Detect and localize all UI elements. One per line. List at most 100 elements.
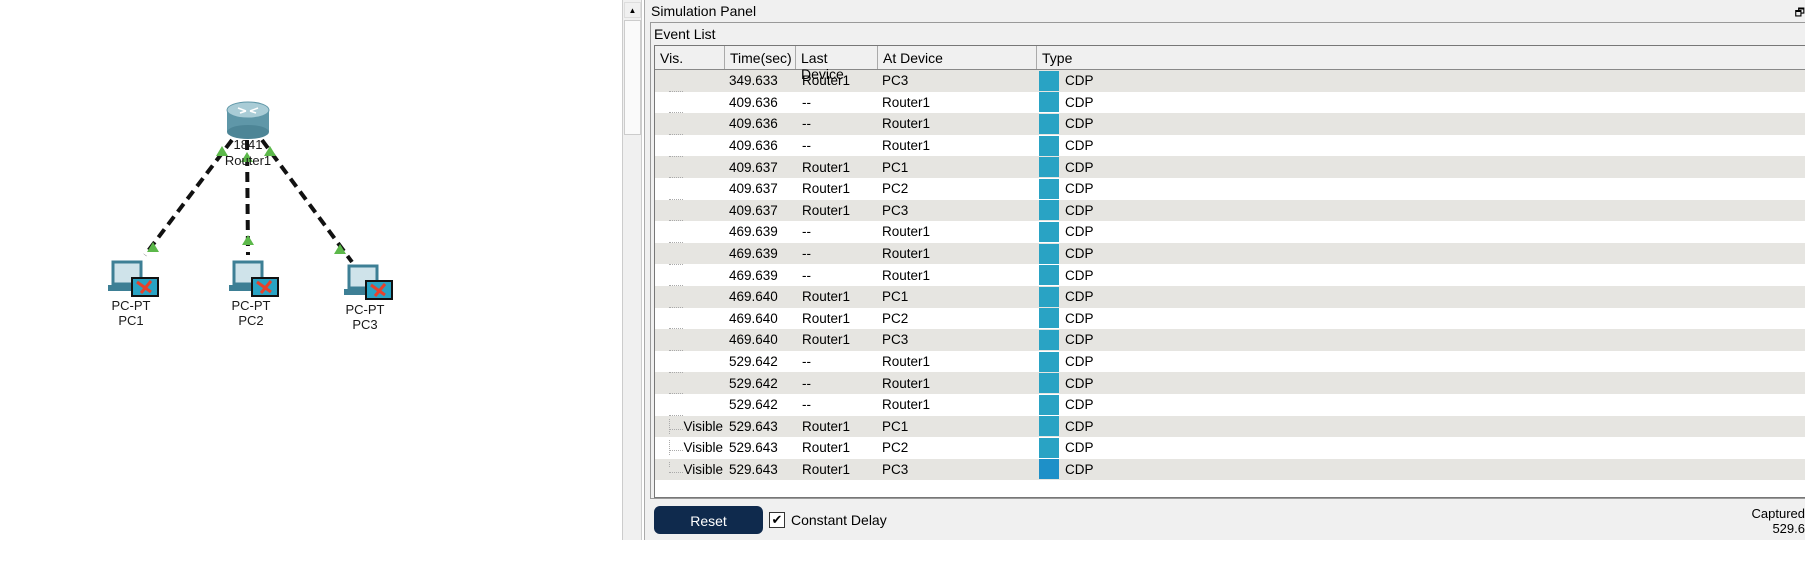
at-device-cell: PC1 bbox=[882, 418, 909, 434]
col-time[interactable]: Time(sec) bbox=[725, 46, 796, 69]
last-device-cell: Router1 bbox=[802, 440, 851, 456]
at-device-cell: PC3 bbox=[882, 461, 909, 477]
table-row[interactable]: 409.636 -- Router1 CDP bbox=[655, 134, 1805, 157]
table-row[interactable]: 469.640 Router1 PC3 CDP bbox=[655, 329, 1805, 351]
table-row[interactable]: 409.637 Router1 PC1 CDP bbox=[655, 156, 1805, 179]
at-device-cell: PC3 bbox=[882, 202, 909, 218]
time-cell: 469.640 bbox=[729, 332, 778, 348]
type-cell[interactable]: CDP bbox=[1037, 373, 1805, 394]
type-cell[interactable]: CDP bbox=[1037, 135, 1805, 156]
scroll-up-icon[interactable]: ▲ bbox=[624, 2, 641, 18]
table-row[interactable]: 349.633 Router1 PC3 CDP bbox=[655, 70, 1805, 92]
table-row[interactable]: 529.642 -- Router1 CDP bbox=[655, 393, 1805, 416]
table-row[interactable]: 409.637 Router1 PC3 CDP bbox=[655, 199, 1805, 222]
type-color-swatch[interactable] bbox=[1039, 200, 1059, 221]
type-cell[interactable]: CDP bbox=[1037, 394, 1805, 415]
type-color-swatch[interactable] bbox=[1039, 70, 1059, 91]
last-device-cell: Router1 bbox=[802, 202, 851, 218]
at-device-cell: PC2 bbox=[882, 181, 909, 197]
type-cell[interactable]: CDP bbox=[1037, 200, 1805, 221]
table-row[interactable]: 529.642 -- Router1 CDP bbox=[655, 350, 1805, 373]
table-header: Vis. Time(sec) Last Device At Device Typ… bbox=[655, 46, 1805, 82]
pc1-name-label: PC1 bbox=[118, 313, 144, 328]
type-color-swatch[interactable] bbox=[1039, 265, 1059, 286]
col-vis[interactable]: Vis. bbox=[655, 46, 725, 69]
type-cell[interactable]: CDP bbox=[1037, 286, 1805, 307]
pc1-icon bbox=[108, 260, 159, 297]
table-row[interactable]: 469.639 -- Router1 CDP bbox=[655, 221, 1805, 243]
vis-cell[interactable]: Visible bbox=[655, 440, 725, 456]
last-device-cell: Router1 bbox=[802, 418, 851, 434]
type-color-swatch[interactable] bbox=[1039, 437, 1059, 458]
table-row[interactable]: Visible 529.643 Router1 PC1 CDP bbox=[655, 415, 1805, 438]
type-color-swatch[interactable] bbox=[1039, 221, 1059, 242]
type-color-swatch[interactable] bbox=[1039, 92, 1059, 113]
type-cell[interactable]: CDP bbox=[1037, 459, 1805, 480]
reset-simulation-button[interactable]: Reset Simulation bbox=[654, 506, 763, 557]
type-cell[interactable]: CDP bbox=[1037, 437, 1805, 458]
table-row[interactable]: 409.637 Router1 PC2 CDP bbox=[655, 177, 1805, 200]
table-row[interactable]: 409.636 -- Router1 CDP bbox=[655, 91, 1805, 114]
router-name-label: Router1 bbox=[224, 153, 272, 168]
at-device-cell: Router1 bbox=[882, 375, 931, 391]
at-device-cell: Router1 bbox=[882, 224, 931, 240]
type-color-swatch[interactable] bbox=[1039, 373, 1059, 394]
type-color-swatch[interactable] bbox=[1039, 286, 1059, 307]
at-device-cell: Router1 bbox=[882, 397, 931, 413]
time-cell: 529.642 bbox=[729, 375, 778, 391]
type-color-swatch[interactable] bbox=[1039, 351, 1059, 372]
type-cell[interactable]: CDP bbox=[1037, 92, 1805, 113]
type-cell[interactable]: CDP bbox=[1037, 157, 1805, 178]
table-row[interactable]: 469.640 Router1 PC2 CDP bbox=[655, 307, 1805, 330]
at-device-cell: PC3 bbox=[882, 73, 909, 89]
type-cell[interactable]: CDP bbox=[1037, 70, 1805, 91]
type-color-swatch[interactable] bbox=[1039, 135, 1059, 156]
type-color-swatch[interactable] bbox=[1039, 178, 1059, 199]
restore-window-icon[interactable]: 🗗 bbox=[1795, 4, 1805, 23]
type-cell[interactable]: CDP bbox=[1037, 416, 1805, 437]
table-row[interactable]: 409.636 -- Router1 CDP bbox=[655, 113, 1805, 135]
pc-icons[interactable] bbox=[108, 260, 393, 300]
type-color-swatch[interactable] bbox=[1039, 329, 1059, 350]
time-cell: 529.642 bbox=[729, 354, 778, 370]
at-device-cell: Router1 bbox=[882, 246, 931, 262]
type-cell[interactable]: CDP bbox=[1037, 113, 1805, 134]
vis-cell[interactable]: Visible bbox=[655, 461, 725, 477]
type-color-swatch[interactable] bbox=[1039, 394, 1059, 415]
col-last-device[interactable]: Last Device bbox=[796, 46, 878, 82]
type-cell[interactable]: CDP bbox=[1037, 265, 1805, 286]
type-cell[interactable]: CDP bbox=[1037, 351, 1805, 372]
type-cell[interactable]: CDP bbox=[1037, 243, 1805, 264]
type-color-swatch[interactable] bbox=[1039, 157, 1059, 178]
scroll-thumb[interactable] bbox=[624, 20, 641, 135]
table-row[interactable]: Visible 529.643 Router1 PC3 CDP bbox=[655, 458, 1805, 481]
table-row[interactable]: Visible 529.643 Router1 PC2 CDP bbox=[655, 437, 1805, 459]
type-cell[interactable]: CDP bbox=[1037, 329, 1805, 350]
constant-delay-checkbox[interactable]: ✔ bbox=[769, 512, 785, 528]
pc3-icon bbox=[344, 264, 393, 300]
vis-cell[interactable]: Visible bbox=[655, 418, 725, 434]
time-cell: 469.640 bbox=[729, 310, 778, 326]
at-device-cell: Router1 bbox=[882, 116, 931, 132]
type-color-swatch[interactable] bbox=[1039, 243, 1059, 264]
type-cell[interactable]: CDP bbox=[1037, 221, 1805, 242]
table-row[interactable]: 469.639 -- Router1 CDP bbox=[655, 242, 1805, 265]
type-color-swatch[interactable] bbox=[1039, 308, 1059, 329]
type-color-swatch[interactable] bbox=[1039, 113, 1059, 134]
type-color-swatch[interactable] bbox=[1039, 459, 1059, 480]
last-device-cell: Router1 bbox=[802, 289, 851, 305]
type-color-swatch[interactable] bbox=[1039, 416, 1059, 437]
col-at-device[interactable]: At Device bbox=[878, 46, 1037, 69]
type-cell[interactable]: CDP bbox=[1037, 308, 1805, 329]
canvas-scrollbar[interactable]: ▲ bbox=[622, 0, 642, 540]
last-device-cell: Router1 bbox=[802, 332, 851, 348]
table-row[interactable]: 469.639 -- Router1 CDP bbox=[655, 264, 1805, 287]
event-list: Event List Vis. Time(sec) Last Device At… bbox=[650, 22, 1805, 499]
table-row[interactable]: 469.640 Router1 PC1 CDP bbox=[655, 285, 1805, 308]
time-cell: 409.636 bbox=[729, 116, 778, 132]
topology-canvas[interactable]: 1841 Router1 PC-PT PC1 PC-PT PC2 PC-PT P… bbox=[0, 0, 620, 540]
table-row[interactable]: 529.642 -- Router1 CDP bbox=[655, 372, 1805, 395]
router-icon[interactable] bbox=[226, 101, 270, 139]
col-type[interactable]: Type bbox=[1037, 46, 1805, 69]
type-cell[interactable]: CDP bbox=[1037, 178, 1805, 199]
